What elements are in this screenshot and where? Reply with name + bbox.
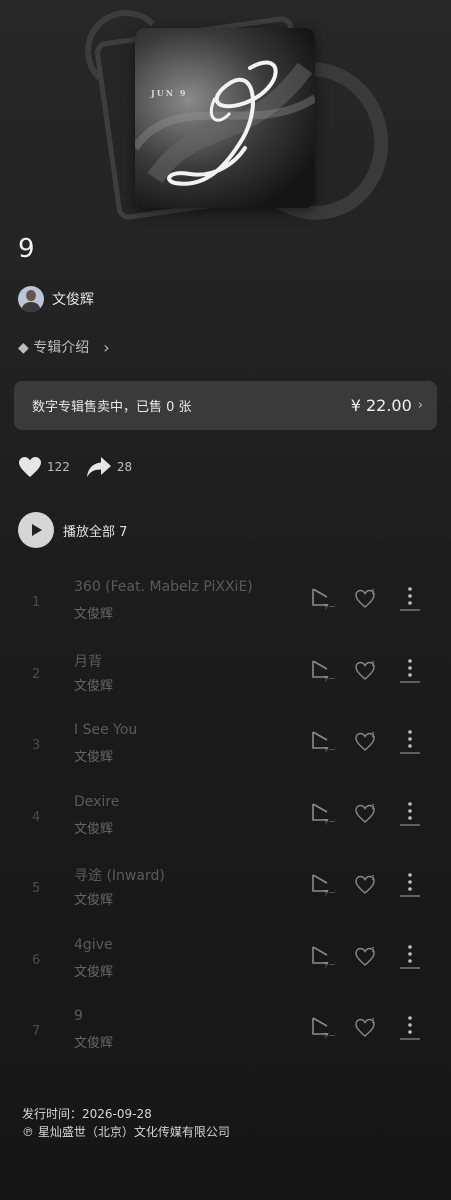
heart-outline-icon[interactable]: 1 [354, 659, 378, 683]
download-badge-text: 下一首 [323, 961, 336, 969]
track-number: 4 [32, 809, 41, 825]
track-title: Dexire [74, 793, 120, 810]
download-badge-text: 下一首 [323, 746, 336, 754]
share-arrow-icon [86, 457, 111, 477]
download-icon[interactable]: 下一首 [310, 728, 341, 754]
track-like-count: 1 [371, 874, 375, 882]
play-icon [18, 512, 54, 548]
release-date: 发行时间：2026-09-28 [22, 1107, 152, 1121]
heart-outline-icon[interactable]: 1 [354, 945, 378, 969]
track-number: 7 [32, 1024, 41, 1039]
like-button[interactable]: 122 [18, 456, 70, 478]
download-icon[interactable]: 下一首 [310, 657, 341, 683]
share-button[interactable]: 28 [86, 456, 132, 478]
track-row[interactable]: 5 寻途 (Inward) 文俊辉 下一首 1 [0, 859, 451, 919]
cover-date-text: JUN 9 [151, 88, 188, 98]
track-number: 3 [32, 738, 41, 753]
download-icon[interactable]: 下一首 [310, 585, 341, 611]
album-intro-label: ◆ 专辑介绍 [18, 340, 90, 356]
share-count: 28 [116, 460, 133, 474]
track-artist: 文俊辉 [74, 678, 114, 694]
track-title: 9 [74, 1008, 83, 1024]
heart-outline-icon[interactable]: 1 [354, 587, 378, 611]
track-title: I See You [74, 722, 138, 738]
more-vertical-icon[interactable] [398, 941, 422, 971]
track-row[interactable]: 1 360 (Feat. Mabelz PiXXiE) 文俊辉 下一首 1 [0, 573, 451, 633]
play-all-button[interactable]: 播放全部 7 [18, 512, 127, 548]
track-like-count: 1 [371, 731, 375, 739]
track-artist: 文俊辉 [74, 893, 114, 908]
download-icon[interactable]: 下一首 [310, 800, 341, 826]
like-count: 122 [47, 460, 70, 474]
download-badge-text: 下一首 [323, 818, 336, 826]
more-vertical-icon[interactable] [398, 655, 422, 685]
track-like-count: 1 [371, 803, 375, 811]
more-vertical-icon[interactable] [398, 726, 422, 756]
track-number: 6 [32, 952, 41, 968]
track-artist: 文俊辉 [74, 607, 114, 622]
track-like-count: 1 [371, 588, 375, 596]
album-title: 9 [18, 234, 35, 264]
track-title: 寻途 (Inward) [74, 868, 165, 884]
more-vertical-icon[interactable] [398, 869, 422, 899]
stats-row: 122 28 [18, 456, 132, 478]
album-footer: 发行时间：2026-09-28 ℗ 星灿盛世（北京）文化传媒有限公司 [22, 1105, 230, 1141]
download-icon[interactable]: 下一首 [310, 1014, 341, 1040]
track-artist: 文俊辉 [74, 964, 114, 980]
download-badge-text: 下一首 [323, 1032, 336, 1040]
track-title: 月背 [74, 653, 102, 670]
more-vertical-icon[interactable] [398, 798, 422, 828]
track-row[interactable]: 7 9 文俊辉 下一首 1 [0, 1002, 451, 1062]
heart-outline-icon[interactable]: 1 [354, 730, 378, 754]
track-like-count: 1 [371, 946, 375, 954]
digital-album-sale-banner[interactable]: 数字专辑售卖中，已售 0 张 ¥ 22.00 › [14, 381, 437, 430]
track-row[interactable]: 4 Dexire 文俊辉 下一首 1 [0, 788, 451, 848]
album-cover-area: JUN 9 [85, 10, 403, 234]
heart-outline-icon[interactable]: 1 [354, 873, 378, 897]
track-row[interactable]: 6 4give 文俊辉 下一首 1 [0, 931, 451, 991]
download-badge-text: 下一首 [323, 889, 336, 897]
download-icon[interactable]: 下一首 [310, 871, 341, 897]
play-all-label: 播放全部 7 [63, 524, 128, 540]
sale-price: ¥ 22.00 › [351, 396, 423, 415]
cover-artwork [135, 60, 315, 186]
track-artist: 文俊辉 [74, 821, 114, 837]
download-icon[interactable]: 下一首 [310, 943, 341, 969]
sale-text: 数字专辑售卖中，已售 0 张 [32, 400, 192, 415]
track-title: 4give [74, 936, 113, 953]
track-artist: 文俊辉 [74, 750, 114, 765]
heart-outline-icon[interactable]: 1 [354, 802, 378, 826]
artist-name: 文俊辉 [52, 292, 94, 308]
avatar [18, 286, 44, 312]
album-intro-link[interactable]: ◆ 专辑介绍 › [18, 337, 110, 357]
track-number: 5 [32, 881, 41, 896]
more-vertical-icon[interactable] [398, 1012, 422, 1042]
chevron-right-icon: › [417, 398, 423, 413]
track-title: 360 (Feat. Mabelz PiXXiE) [74, 579, 253, 595]
artist-row[interactable]: 文俊辉 [18, 286, 94, 312]
chevron-right-icon: › [103, 337, 110, 357]
heart-outline-icon[interactable]: 1 [354, 1016, 378, 1040]
track-number: 1 [32, 595, 41, 610]
track-row[interactable]: 3 I See You 文俊辉 下一首 1 [0, 716, 451, 776]
download-badge-text: 下一首 [323, 603, 336, 611]
copyright-text: ℗ 星灿盛世（北京）文化传媒有限公司 [22, 1125, 230, 1139]
more-vertical-icon[interactable] [398, 583, 422, 613]
track-row[interactable]: 2 月背文俊辉 下一首 1 [0, 645, 451, 705]
price-value: ¥ 22.00 [350, 396, 412, 415]
track-like-count: 1 [371, 660, 375, 668]
heart-icon [19, 457, 41, 477]
album-cover[interactable]: JUN 9 [135, 28, 315, 208]
track-artist: 文俊辉 [74, 1036, 114, 1051]
track-number: 2 [32, 666, 41, 682]
track-like-count: 1 [371, 1017, 375, 1025]
download-badge-text: 下一首 [323, 675, 336, 683]
